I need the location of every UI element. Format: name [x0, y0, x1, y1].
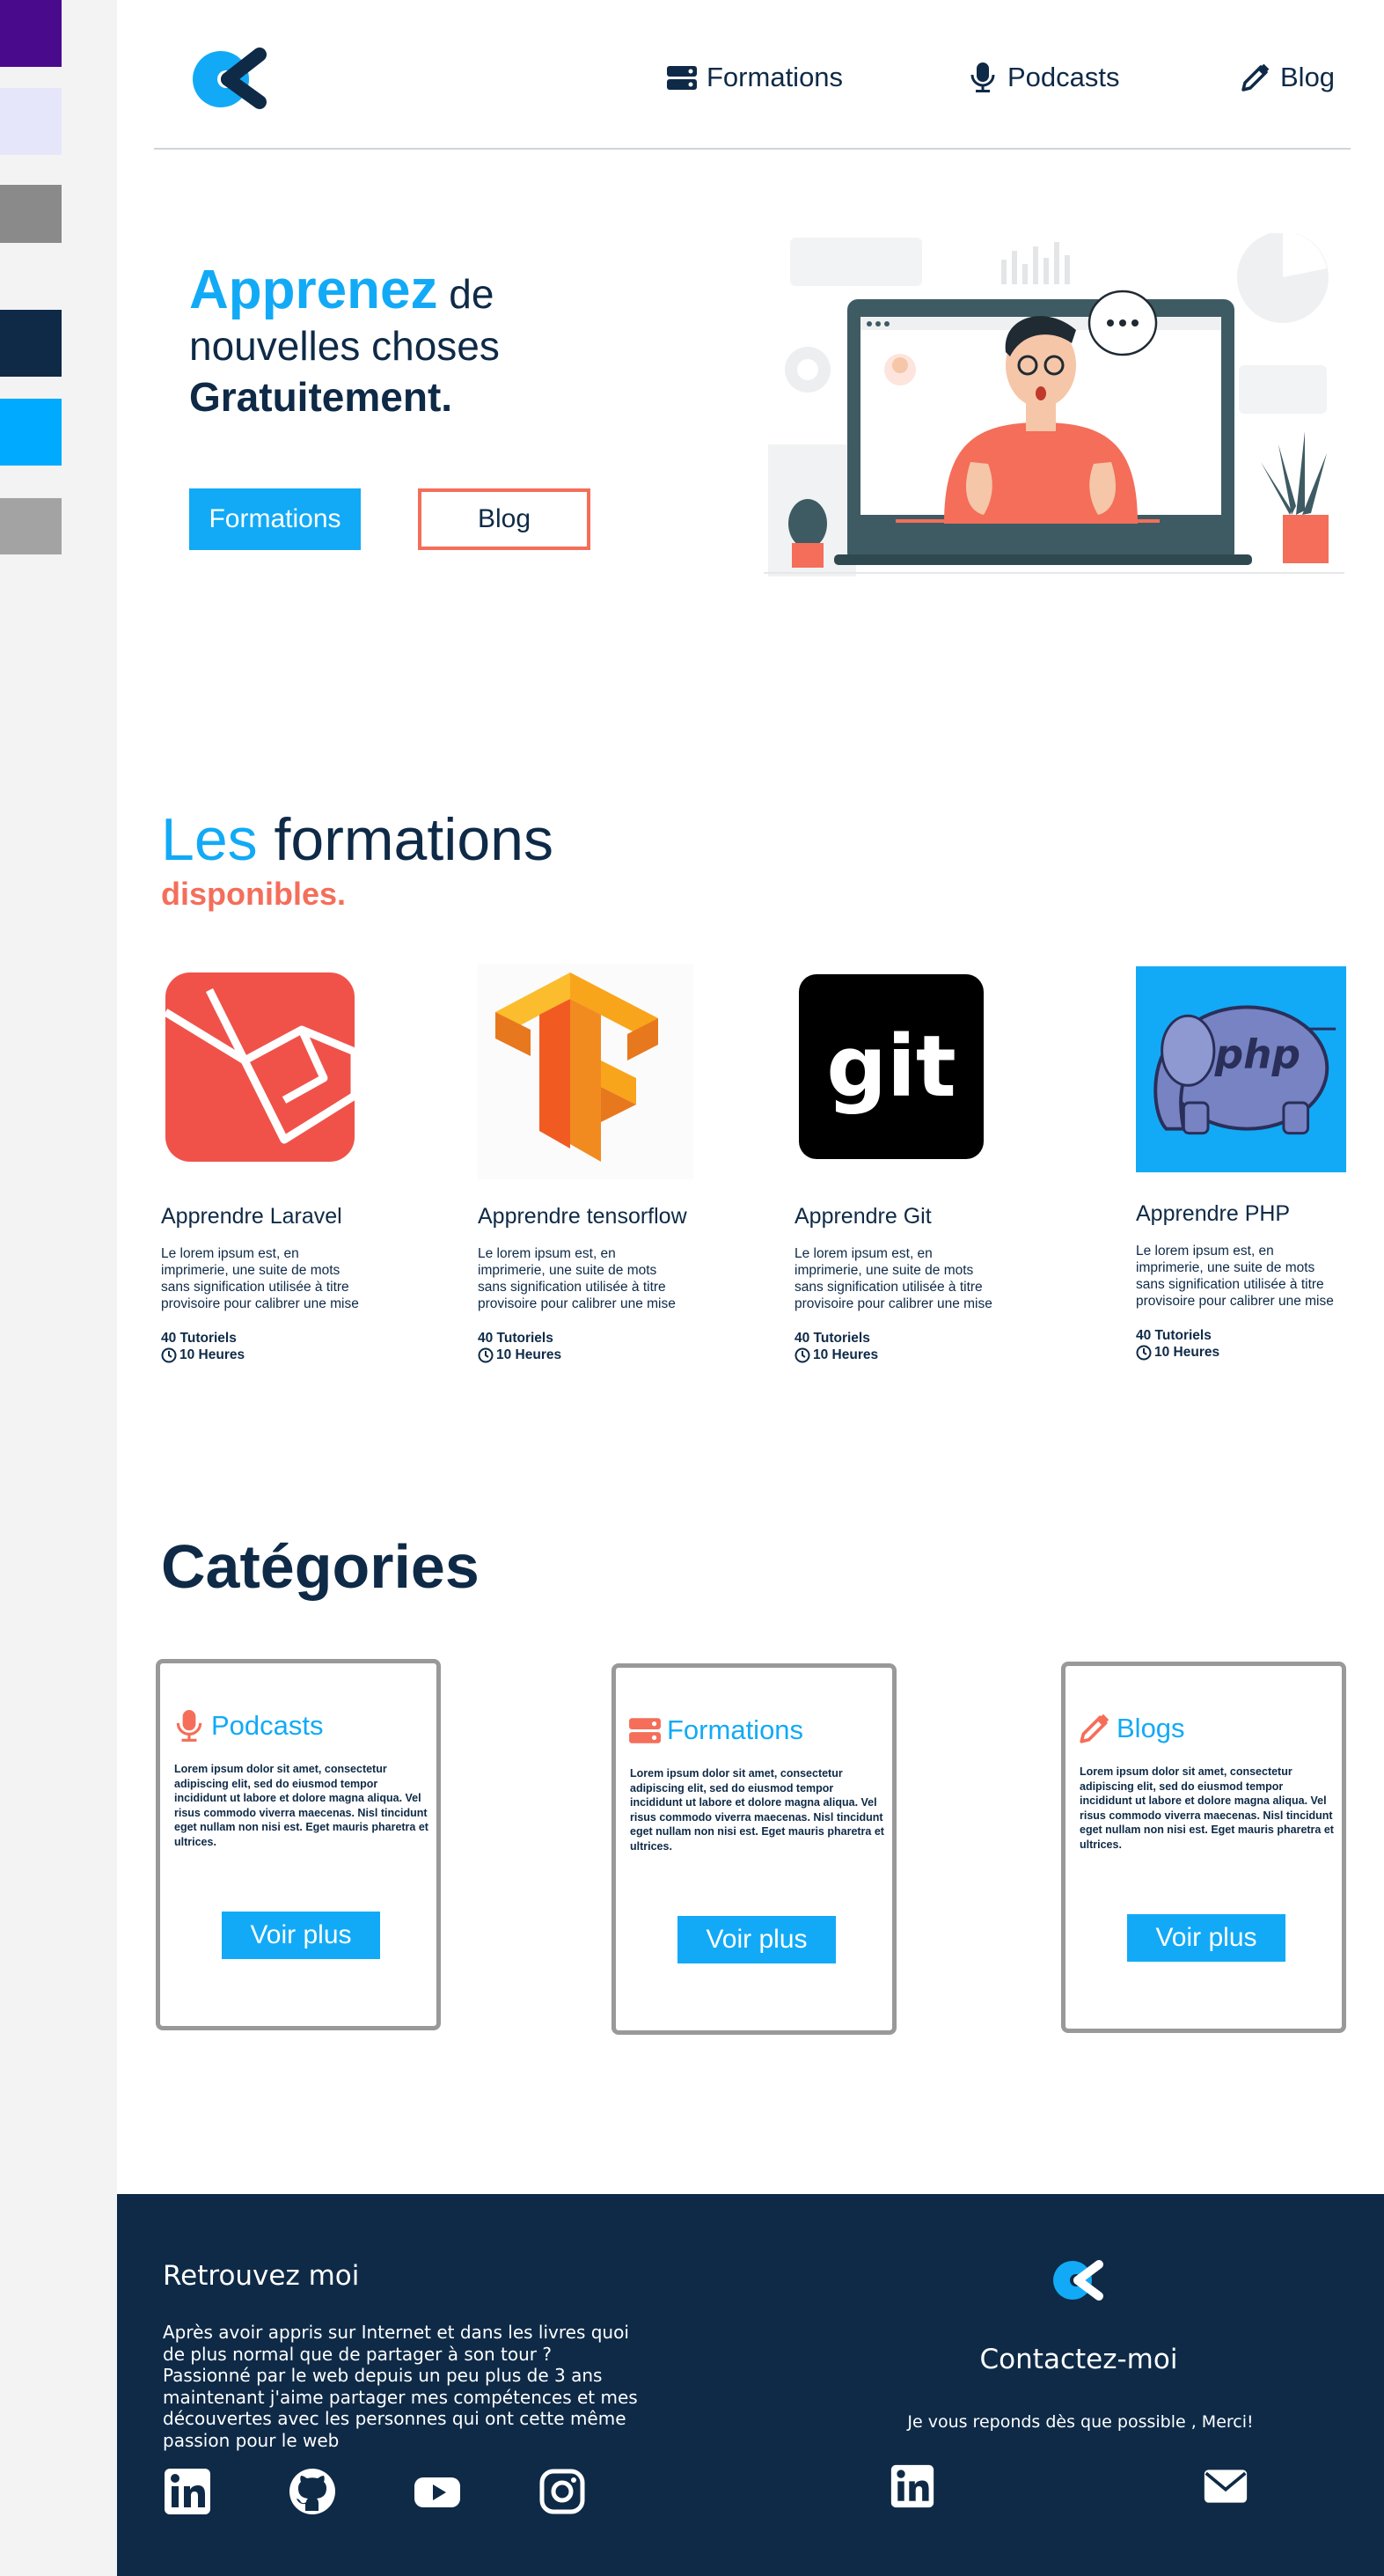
header-divider [154, 148, 1351, 150]
linkedin-icon[interactable] [890, 2463, 935, 2509]
hero-title-line2: nouvelles choses [189, 323, 500, 369]
course-tutorials: 40 Tutoriels [161, 1331, 237, 1346]
voir-plus-button[interactable]: Voir plus [222, 1912, 380, 1959]
category-text: Lorem ipsum dolor sit amet, consectetur … [630, 1767, 884, 1853]
category-text: Lorem ipsum dolor sit amet, consectetur … [1080, 1765, 1334, 1851]
hero-title-accent: Apprenez [189, 260, 438, 320]
clock-icon [161, 1347, 177, 1362]
nav-formations-label: Formations [707, 62, 844, 92]
contact-text: Je vous reponds dès que possible , Merci… [907, 2412, 1254, 2432]
hero-title: Apprenez de nouvelles choses Gratuitemen… [189, 263, 717, 422]
pencil-icon [1080, 1714, 1109, 1743]
course-title[interactable]: Apprendre Git [795, 1204, 1023, 1229]
formations-subtitle: disponibles. [161, 876, 347, 912]
hero-blog-button[interactable]: Blog [418, 488, 590, 550]
linkedin-icon[interactable] [163, 2467, 212, 2516]
instagram-icon[interactable] [538, 2467, 587, 2516]
server-icon [629, 1718, 661, 1743]
swatch-blue [0, 399, 62, 466]
course-title[interactable]: Apprendre tensorflow [478, 1204, 707, 1229]
pencil-icon [1241, 63, 1270, 92]
git-logo: git [799, 974, 984, 1159]
category-title: Podcasts [211, 1710, 324, 1741]
course-card-git[interactable]: git Apprendre Git Le lorem ipsum est, en… [795, 964, 1023, 1363]
category-text: Lorem ipsum dolor sit amet, consectetur … [174, 1763, 428, 1848]
nav-podcasts[interactable]: Podcasts [967, 62, 1120, 93]
course-hours: 10 Heures [1154, 1345, 1220, 1360]
mail-icon[interactable] [1202, 2463, 1249, 2509]
formations-title-accent: Les [161, 806, 258, 873]
footer: Retrouvez moi Après avoir appris sur Int… [117, 2194, 1384, 2576]
voir-plus-button[interactable]: Voir plus [1127, 1914, 1285, 1962]
swatch-lightgray [0, 498, 62, 554]
course-description: Le lorem ipsum est, en imprimerie, une s… [795, 1246, 992, 1311]
course-hours: 10 Heures [496, 1347, 562, 1362]
course-card-php[interactable]: php Apprendre PHP Le lorem ipsum est, en… [1136, 964, 1365, 1361]
clock-icon [795, 1347, 810, 1362]
course-description: Le lorem ipsum est, en imprimerie, une s… [478, 1246, 676, 1311]
footer-title: Retrouvez moi [163, 2260, 360, 2292]
nav-blog-label: Blog [1280, 62, 1336, 92]
category-card-formations[interactable]: Formations Lorem ipsum dolor sit amet, c… [611, 1663, 897, 2035]
contact-title: Contactez-moi [979, 2344, 1178, 2375]
clock-icon [478, 1347, 494, 1362]
course-card-tensorflow[interactable]: Apprendre tensorflow Le lorem ipsum est,… [478, 964, 707, 1363]
swatch-lavender [0, 88, 62, 155]
course-title[interactable]: Apprendre PHP [1136, 1201, 1365, 1227]
category-card-podcasts[interactable]: Podcasts Lorem ipsum dolor sit amet, con… [156, 1659, 441, 2030]
nav-podcasts-label: Podcasts [1007, 62, 1120, 92]
nav-blog[interactable]: Blog [1240, 62, 1335, 93]
hero-formations-button[interactable]: Formations [189, 488, 361, 550]
laravel-logo [163, 972, 359, 1162]
footer-text: Après avoir appris sur Internet et dans … [163, 2322, 638, 2451]
course-tutorials: 40 Tutoriels [1136, 1328, 1212, 1343]
swatch-gray [0, 185, 62, 243]
categories-title: Catégories [161, 1532, 480, 1601]
formations-title: Les formations [161, 805, 553, 874]
course-tutorials: 40 Tutoriels [478, 1331, 553, 1346]
hero-illustration [764, 233, 1344, 576]
swatch-purple [0, 0, 62, 67]
nav-formations[interactable]: Formations [666, 62, 843, 93]
tensorflow-logo [478, 964, 693, 1179]
course-tutorials: 40 Tutoriels [795, 1331, 870, 1346]
category-title: Blogs [1117, 1713, 1185, 1743]
server-icon [667, 66, 697, 90]
category-card-blogs[interactable]: Blogs Lorem ipsum dolor sit amet, consec… [1061, 1662, 1346, 2033]
github-icon[interactable] [288, 2467, 337, 2516]
swatch-navy [0, 310, 62, 377]
voir-plus-button[interactable]: Voir plus [677, 1916, 836, 1963]
footer-logo[interactable] [1050, 2256, 1106, 2305]
color-swatches [0, 0, 117, 2576]
formations-title-rest: formations [257, 806, 553, 873]
svg-text:git: git [826, 1017, 956, 1116]
course-description: Le lorem ipsum est, en imprimerie, une s… [161, 1246, 359, 1311]
youtube-icon[interactable] [413, 2467, 462, 2516]
course-hours: 10 Heures [813, 1347, 879, 1362]
php-elephant-logo: php [1136, 965, 1347, 1173]
hero-title-line3: Gratuitement. [189, 374, 453, 420]
clock-icon [1136, 1345, 1152, 1360]
page: Formations Podcasts Blog Apprenez de nou… [117, 0, 1384, 2576]
microphone-icon [176, 1710, 202, 1742]
microphone-icon [970, 62, 995, 92]
course-card-laravel[interactable]: Apprendre Laravel Le lorem ipsum est, en… [161, 964, 390, 1363]
course-description: Le lorem ipsum est, en imprimerie, une s… [1136, 1244, 1334, 1309]
course-hours: 10 Heures [179, 1347, 245, 1362]
category-title: Formations [667, 1714, 804, 1745]
hero-title-rest: de [437, 271, 494, 317]
site-logo[interactable] [187, 44, 272, 114]
course-title[interactable]: Apprendre Laravel [161, 1204, 390, 1229]
svg-text:php: php [1214, 1031, 1300, 1078]
